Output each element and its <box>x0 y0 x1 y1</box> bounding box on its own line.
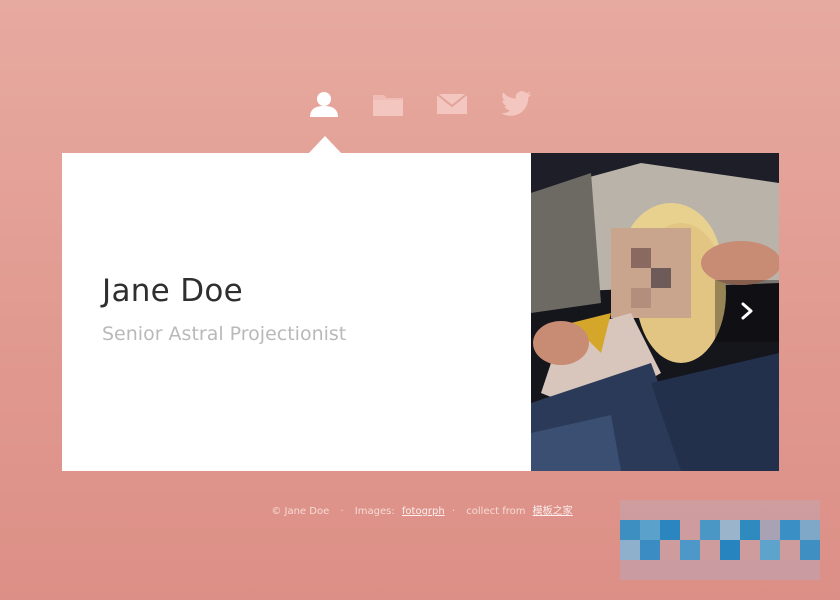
footer-images-label: Images: <box>354 506 395 517</box>
active-tab-pointer <box>308 136 342 154</box>
chevron-right-icon <box>741 302 753 320</box>
footer-separator: · <box>451 506 456 517</box>
twitter-icon <box>501 91 532 116</box>
footer-collect-link[interactable]: 模板之家 <box>533 506 573 517</box>
footer-collect-label: collect from <box>466 506 526 517</box>
footer-separator: · <box>340 506 344 517</box>
folder-icon <box>373 95 403 116</box>
profile-info: Jane Doe Senior Astral Projectionist <box>62 153 531 471</box>
footer-images-link[interactable]: fotogrph <box>402 506 445 517</box>
top-nav <box>300 86 540 126</box>
profile-photo <box>531 153 779 471</box>
nav-item-twitter[interactable] <box>496 86 536 122</box>
watermark-badge <box>620 500 820 580</box>
nav-item-folder[interactable] <box>368 86 408 122</box>
mail-icon <box>436 93 468 114</box>
nav-item-mail[interactable] <box>432 86 472 122</box>
profile-card: Jane Doe Senior Astral Projectionist <box>62 153 779 471</box>
next-photo-button[interactable] <box>715 280 779 342</box>
nav-item-profile[interactable] <box>304 86 344 122</box>
watermark-graphic <box>620 500 820 580</box>
footer-copyright: © Jane Doe <box>271 506 330 517</box>
profile-title: Senior Astral Projectionist <box>102 323 347 345</box>
profile-name: Jane Doe <box>102 273 244 309</box>
user-icon <box>310 92 338 117</box>
